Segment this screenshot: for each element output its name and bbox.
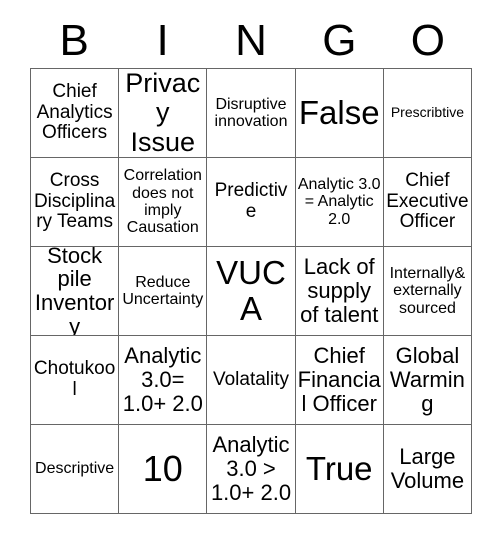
bingo-cell-label: Prescribtive [390, 104, 464, 121]
bingo-cell-label: Privacy Issue [125, 69, 201, 157]
bingo-cell-label: Correlation does not imply Causation [123, 167, 202, 237]
bingo-cell[interactable]: True [295, 425, 384, 514]
bingo-cell[interactable]: Prescribtive [383, 69, 473, 158]
bingo-row: Descriptive 10 Analytic 3.0 > 1.0+ 2.0 T… [31, 425, 473, 514]
bingo-cell-label: Internally& externally sourced [389, 265, 466, 317]
bingo-header-letter-o: O [410, 16, 445, 65]
bingo-header-letter-n: N [235, 16, 267, 65]
bingo-cell-label: Stock pile Inventory [34, 247, 115, 336]
bingo-row: Chief Analytics Officers Privacy Issue D… [31, 69, 473, 158]
bingo-cell[interactable]: Chief Financial Officer [295, 336, 384, 425]
bingo-cell-label: Chotukool [33, 358, 116, 400]
bingo-cell[interactable]: False [295, 69, 384, 158]
bingo-cell[interactable]: Predictive [207, 158, 296, 247]
bingo-header-letter-b: B [59, 16, 89, 65]
bingo-cell[interactable]: Lack of supply of talent [295, 247, 384, 336]
bingo-cell[interactable]: Large Volume [383, 425, 473, 514]
bingo-cell[interactable]: Internally& externally sourced [383, 247, 473, 336]
bingo-cell-label: Reduce Uncertainty [122, 273, 204, 308]
bingo-cell[interactable]: Disruptive innovation [207, 69, 296, 158]
bingo-cell-label: False [298, 94, 380, 132]
bingo-cell[interactable]: Correlation does not imply Causation [119, 158, 208, 247]
bingo-cell[interactable]: Chief Executive Officer [383, 158, 473, 247]
bingo-cell[interactable]: Descriptive [31, 425, 120, 514]
bingo-cell-label: Large Volume [390, 444, 465, 493]
bingo-grid: Chief Analytics Officers Privacy Issue D… [30, 68, 473, 514]
bingo-cell-label: Descriptive [35, 460, 115, 478]
bingo-cell[interactable]: VUCA [207, 247, 296, 336]
bingo-card: B I N G O Chief Analytics Officers Priva… [0, 0, 500, 544]
bingo-row: Chotukool Analytic 3.0= 1.0+ 2.0 Volatal… [31, 336, 473, 425]
bingo-cell[interactable]: Cross Disciplinary Teams [31, 158, 120, 247]
bingo-cell[interactable]: Chotukool [31, 336, 120, 425]
bingo-cell-label: 10 [142, 447, 183, 489]
bingo-cell-label: Analytic 3.0 = Analytic 2.0 [297, 176, 381, 228]
bingo-header: B I N G O [30, 14, 472, 68]
bingo-cell[interactable]: Global Warming [383, 336, 473, 425]
bingo-cell[interactable]: Stock pile Inventory [31, 247, 120, 336]
bingo-row: Stock pile Inventory Reduce Uncertainty … [31, 247, 473, 336]
bingo-cell[interactable]: Analytic 3.0 = Analytic 2.0 [295, 158, 384, 247]
bingo-cell[interactable]: 10 [119, 425, 208, 514]
bingo-cell-label: Chief Financial Officer [297, 343, 381, 416]
bingo-cell-label: Predictive [214, 180, 288, 222]
bingo-cell-label: VUCA [216, 254, 286, 327]
bingo-cell-label: True [305, 450, 373, 488]
bingo-header-letter-g: G [322, 16, 357, 65]
bingo-cell-label: Lack of supply of talent [300, 254, 379, 327]
bingo-cell-label: Analytic 3.0= 1.0+ 2.0 [122, 343, 203, 416]
bingo-cell-label: Disruptive innovation [214, 95, 288, 130]
bingo-cell[interactable]: Volatality [207, 336, 296, 425]
bingo-cell[interactable]: Chief Analytics Officers [31, 69, 120, 158]
bingo-cell[interactable]: Reduce Uncertainty [119, 247, 208, 336]
bingo-cell-label: Global Warming [389, 343, 465, 416]
bingo-cell-label: Cross Disciplinary Teams [33, 170, 116, 233]
bingo-cell-label: Chief Executive Officer [386, 170, 469, 233]
bingo-cell-label: Chief Analytics Officers [36, 81, 113, 144]
bingo-cell[interactable]: Privacy Issue [119, 69, 208, 158]
bingo-row: Cross Disciplinary Teams Correlation doe… [31, 158, 473, 247]
bingo-cell[interactable]: Analytic 3.0= 1.0+ 2.0 [119, 336, 208, 425]
bingo-cell-label: Volatality [212, 368, 290, 390]
bingo-cell[interactable]: Analytic 3.0 > 1.0+ 2.0 [207, 425, 296, 514]
bingo-cell-label: Analytic 3.0 > 1.0+ 2.0 [210, 432, 292, 505]
bingo-header-letter-i: I [156, 16, 169, 65]
